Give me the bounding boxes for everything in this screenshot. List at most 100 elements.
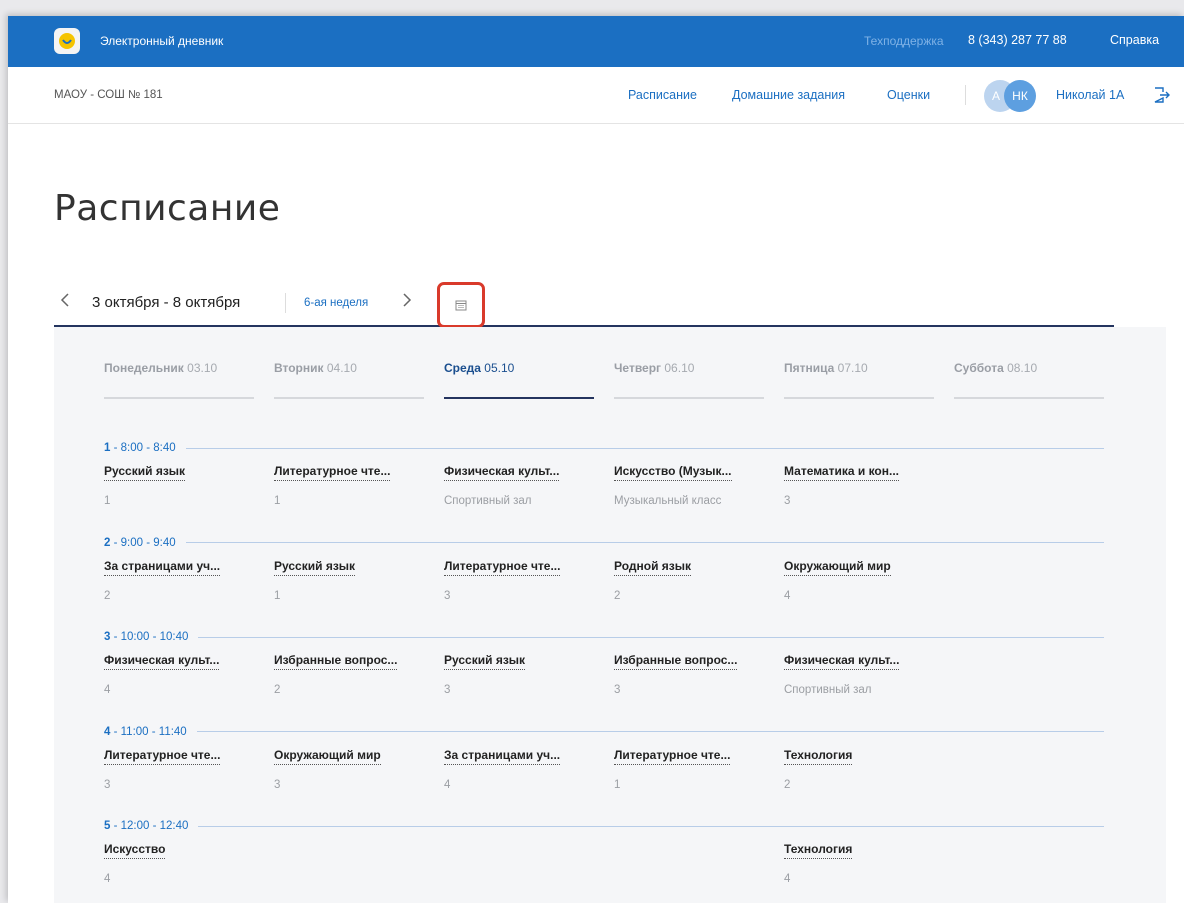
lesson-subject[interactable]: Окружающий мир — [784, 559, 891, 576]
lesson-subject[interactable]: Литературное чте... — [274, 464, 391, 481]
lesson-cell: Окружающий мир 3 — [274, 746, 424, 791]
lesson-cell: Избранные вопрос... 2 — [274, 651, 424, 696]
lesson-room: 1 — [274, 589, 281, 602]
day-date: 03.10 — [183, 361, 218, 375]
lesson-room: 3 — [444, 684, 451, 696]
day-tab-2[interactable]: Вторник 04.10 — [274, 359, 424, 399]
lesson-cell: Русский язык 1 — [274, 557, 424, 602]
day-date: 04.10 — [323, 361, 357, 375]
lesson-cell: Математика и кон... 3 — [784, 462, 934, 507]
lesson-room: 4 — [784, 873, 791, 885]
day-date: 07.10 — [834, 361, 868, 375]
day-name: Суббота — [954, 361, 1004, 375]
lesson-cell: Технология 2 — [784, 746, 934, 791]
lesson-room: 4 — [104, 684, 111, 696]
lesson-subject[interactable]: Родной язык — [614, 559, 692, 576]
lesson-cell: Литературное чте... 3 — [104, 746, 254, 791]
day-date: 06.10 — [661, 361, 695, 375]
avatar[interactable]: НК — [1004, 80, 1036, 112]
slot-divider — [185, 447, 1104, 449]
day-tab-6[interactable]: Суббота 08.10 — [954, 359, 1104, 399]
lesson-subject[interactable]: Окружающий мир — [274, 748, 381, 765]
lesson-subject[interactable]: Литературное чте... — [444, 559, 561, 576]
day-name: Понедельник — [104, 361, 184, 375]
screen-frame: Электронный дневник Техподдержка 8 (343)… — [0, 0, 1184, 903]
lesson-cell: Искусство 4 — [104, 840, 254, 885]
day-name: Четверг — [614, 361, 662, 375]
lesson-time: 1 - 8:00 - 8:40 — [104, 442, 176, 454]
lesson-subject[interactable]: Литературное чте... — [104, 748, 221, 765]
lesson-slot-header: 4 - 11:00 - 11:40 — [104, 725, 1104, 739]
day-date: 05.10 — [480, 361, 515, 375]
logout-icon[interactable] — [1153, 86, 1171, 104]
lesson-subject[interactable]: Избранные вопрос... — [614, 653, 738, 670]
nav-divider — [965, 85, 966, 105]
calendar-button[interactable] — [437, 282, 485, 328]
lesson-room: 2 — [784, 778, 791, 791]
page-title: Расписание — [54, 188, 281, 229]
lesson-room: 1 — [274, 495, 281, 507]
lesson-cell: Искусство (Музык... Музыкальный класс — [614, 462, 764, 507]
day-tab-1[interactable]: Понедельник 03.10 — [104, 359, 254, 399]
support-label: Техподдержка — [864, 34, 944, 48]
lesson-slot-header: 3 - 10:00 - 10:40 — [104, 630, 1104, 644]
lesson-subject[interactable]: Технология — [784, 842, 853, 859]
help-link[interactable]: Справка — [1110, 33, 1159, 47]
lesson-subject[interactable]: Литературное чте... — [614, 748, 731, 765]
lesson-room: 1 — [614, 778, 621, 791]
lesson-cell: Избранные вопрос... 3 — [614, 651, 764, 696]
lesson-room: 3 — [104, 778, 111, 791]
lesson-subject[interactable]: За страницами уч... — [104, 559, 221, 576]
lesson-subject[interactable]: Искусство (Музык... — [614, 464, 732, 481]
lesson-time: 3 - 10:00 - 10:40 — [104, 631, 189, 643]
day-name: Вторник — [274, 361, 324, 375]
lesson-room: Музыкальный класс — [614, 495, 722, 507]
lesson-cell: Литературное чте... 1 — [274, 462, 424, 507]
app-logo-icon[interactable] — [54, 28, 80, 54]
lesson-room: 3 — [614, 684, 621, 696]
chevron-left-icon[interactable] — [58, 291, 72, 309]
top-bar: Электронный дневник Техподдержка 8 (343)… — [8, 16, 1184, 67]
calendar-icon — [455, 300, 467, 311]
nav-grades[interactable]: Оценки — [887, 88, 930, 102]
lesson-time: 5 - 12:00 - 12:40 — [104, 820, 189, 832]
slot-divider — [196, 731, 1104, 732]
day-tab-5[interactable]: Пятница 07.10 — [784, 359, 934, 399]
lesson-cell: Физическая культ... Спортивный зал — [444, 462, 594, 507]
lesson-cell: За страницами уч... 2 — [104, 557, 254, 602]
lesson-subject[interactable]: Избранные вопрос... — [274, 653, 398, 670]
lesson-room: 3 — [274, 778, 281, 791]
lesson-subject[interactable]: Русский язык — [444, 653, 526, 670]
lesson-subject[interactable]: Технология — [784, 748, 853, 765]
day-tab-3[interactable]: Среда 05.10 — [444, 359, 594, 399]
lesson-subject[interactable]: За страницами уч... — [444, 748, 561, 765]
nav-homework[interactable]: Домашние задания — [732, 88, 845, 102]
week-range: 3 октября - 8 октября — [92, 294, 241, 311]
lesson-cell: Литературное чте... 3 — [444, 557, 594, 602]
lesson-cell: Русский язык 1 — [104, 462, 254, 507]
lesson-subject[interactable]: Физическая культ... — [104, 653, 220, 670]
lesson-cell: Окружающий мир 4 — [784, 557, 934, 602]
lesson-room: 3 — [784, 495, 791, 507]
lesson-slot-header: 2 - 9:00 - 9:40 — [104, 536, 1104, 550]
support-phone: 8 (343) 287 77 88 — [968, 33, 1067, 47]
lesson-subject[interactable]: Русский язык — [104, 464, 186, 481]
lesson-subject[interactable]: Физическая культ... — [444, 464, 560, 481]
lesson-room: Спортивный зал — [784, 684, 872, 696]
user-name[interactable]: Николай 1А — [1056, 88, 1124, 102]
day-name: Среда — [444, 361, 481, 375]
nav-schedule[interactable]: Расписание — [628, 88, 697, 102]
lesson-subject[interactable]: Физическая культ... — [784, 653, 900, 670]
lesson-cell: Литературное чте... 1 — [614, 746, 764, 791]
lesson-slot-header: 5 - 12:00 - 12:40 — [104, 819, 1104, 833]
slot-divider — [185, 542, 1104, 543]
lesson-time: 2 - 9:00 - 9:40 — [104, 536, 176, 549]
lesson-subject[interactable]: Математика и кон... — [784, 464, 900, 481]
lesson-subject[interactable]: Русский язык — [274, 559, 356, 576]
app-title[interactable]: Электронный дневник — [100, 34, 223, 48]
day-tab-4[interactable]: Четверг 06.10 — [614, 359, 764, 399]
week-navigator: 3 октября - 8 октября 6-ая неделя — [54, 279, 1114, 328]
lesson-subject[interactable]: Искусство — [104, 842, 166, 859]
lesson-slot-header: 1 - 8:00 - 8:40 — [104, 441, 1104, 455]
chevron-right-icon[interactable] — [400, 291, 414, 309]
